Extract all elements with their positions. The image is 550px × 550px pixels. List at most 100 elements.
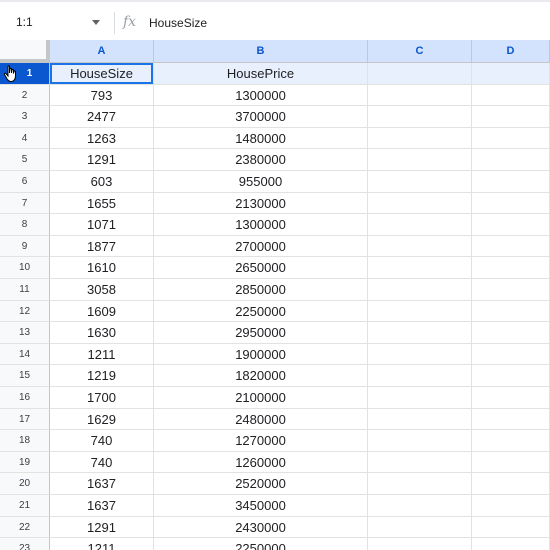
row-header[interactable]: 20 [0,473,50,495]
row-header[interactable]: 3 [0,106,50,128]
cell-a[interactable]: 1637 [50,495,154,517]
row-header[interactable]: 10 [0,257,50,279]
cell-a[interactable]: 740 [50,451,154,474]
cell-d[interactable] [472,235,550,258]
cell-a[interactable]: 3058 [50,279,154,301]
cell-b1[interactable]: HousePrice [154,63,368,85]
cell-c[interactable] [368,300,472,323]
cell-b[interactable]: 2100000 [154,387,368,409]
cell-c[interactable] [368,235,472,258]
row-header[interactable]: 22 [0,516,50,539]
cell-a[interactable]: 1291 [50,516,154,539]
cell-d[interactable] [472,387,550,409]
cell-b[interactable]: 2850000 [154,279,368,301]
cell-a1[interactable]: HouseSize [50,63,154,85]
cell-c[interactable] [368,322,472,344]
cell-d[interactable] [472,149,550,171]
cell-c[interactable] [368,192,472,215]
cell-c[interactable] [368,408,472,431]
cell-d[interactable] [472,171,550,193]
cell-b[interactable]: 2950000 [154,322,368,344]
cell-d[interactable] [472,214,550,236]
cell-a[interactable]: 740 [50,430,154,452]
cell-b[interactable]: 2650000 [154,257,368,279]
cell-c[interactable] [368,106,472,128]
cell-c[interactable] [368,214,472,236]
row-header[interactable]: 14 [0,343,50,366]
cell-b[interactable]: 2130000 [154,192,368,215]
cell-d[interactable] [472,408,550,431]
cell-c[interactable] [368,171,472,193]
row-header[interactable]: 17 [0,408,50,431]
cell-a[interactable]: 1291 [50,149,154,171]
cell-c[interactable] [368,149,472,171]
cell-b[interactable]: 3700000 [154,106,368,128]
cell-c[interactable] [368,279,472,301]
cell-a[interactable]: 1609 [50,300,154,323]
cell-b[interactable]: 1270000 [154,430,368,452]
cell-a[interactable]: 1630 [50,322,154,344]
cell-c[interactable] [368,387,472,409]
cell-b[interactable]: 1900000 [154,343,368,366]
cell-d[interactable] [472,322,550,344]
row-header[interactable]: 7 [0,192,50,215]
cell-c[interactable] [368,430,472,452]
cell-d[interactable] [472,84,550,107]
cell-b[interactable]: 2480000 [154,408,368,431]
cell-a[interactable]: 1637 [50,473,154,495]
cell-d[interactable] [472,451,550,474]
cell-b[interactable]: 1300000 [154,214,368,236]
cell-b[interactable]: 2250000 [154,538,368,550]
cell-d[interactable] [472,192,550,215]
cell-a[interactable]: 1263 [50,127,154,150]
cell-b[interactable]: 1820000 [154,365,368,387]
row-header[interactable]: 21 [0,495,50,517]
cell-b[interactable]: 3450000 [154,495,368,517]
row-header[interactable]: 2 [0,84,50,107]
cell-b[interactable]: 1260000 [154,451,368,474]
cell-c1[interactable] [368,63,472,85]
cell-d[interactable] [472,516,550,539]
cell-b[interactable]: 955000 [154,171,368,193]
cell-d[interactable] [472,365,550,387]
cell-d[interactable] [472,538,550,550]
cell-a[interactable]: 1655 [50,192,154,215]
column-header-b[interactable]: B [154,40,368,63]
column-header-c[interactable]: C [368,40,472,63]
cell-d[interactable] [472,495,550,517]
cell-b[interactable]: 2380000 [154,149,368,171]
cell-d[interactable] [472,279,550,301]
cell-d1[interactable] [472,63,550,85]
column-header-d[interactable]: D [472,40,550,63]
cell-b[interactable]: 2430000 [154,516,368,539]
row-header[interactable]: 5 [0,149,50,171]
row-header[interactable]: 15 [0,365,50,387]
cell-b[interactable]: 2250000 [154,300,368,323]
cell-b[interactable]: 1480000 [154,127,368,150]
row-header-1[interactable]: 1 [0,63,50,85]
cell-d[interactable] [472,127,550,150]
formula-input[interactable]: HouseSize [149,12,207,34]
cell-c[interactable] [368,127,472,150]
cell-d[interactable] [472,473,550,495]
cell-b[interactable]: 2520000 [154,473,368,495]
cell-d[interactable] [472,430,550,452]
cell-a[interactable]: 1211 [50,538,154,550]
name-box[interactable]: 1:1 [0,4,108,38]
cell-a[interactable]: 1629 [50,408,154,431]
row-header[interactable]: 16 [0,387,50,409]
cell-c[interactable] [368,365,472,387]
cell-c[interactable] [368,451,472,474]
cell-a[interactable]: 1071 [50,214,154,236]
cell-d[interactable] [472,257,550,279]
cell-a[interactable]: 1877 [50,235,154,258]
cell-d[interactable] [472,343,550,366]
row-header[interactable]: 19 [0,451,50,474]
cell-a[interactable]: 1219 [50,365,154,387]
cell-c[interactable] [368,343,472,366]
spreadsheet-grid[interactable]: A B C D 1 HouseSize HousePrice 2 793 13000… [0,40,550,550]
cell-a[interactable]: 793 [50,84,154,107]
column-header-a[interactable]: A [50,40,154,63]
cell-a[interactable]: 2477 [50,106,154,128]
cell-a[interactable]: 603 [50,171,154,193]
